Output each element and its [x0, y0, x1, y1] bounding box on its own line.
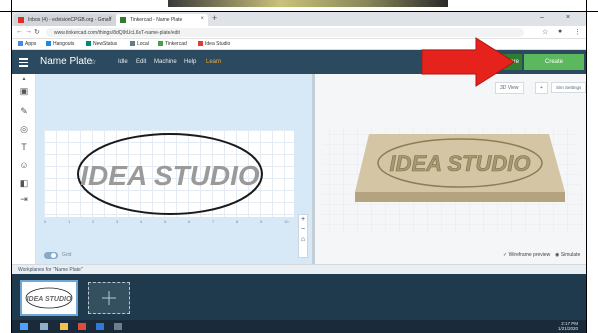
back-icon[interactable]: ← [16, 28, 23, 35]
tinkercad-icon [120, 17, 126, 23]
minimize-icon[interactable]: – [540, 14, 544, 21]
bookmark-item[interactable]: Apps [18, 41, 36, 47]
menu-icon[interactable]: ⋮ [574, 28, 581, 36]
work-area: ▲ ▣ ✎ ◎ T ☺ ◧ ⇥ IDEA STUDIO 0 1 2 3 4 5 … [12, 74, 586, 264]
screenshot: Inbox (4) - edvisionCPGB.org - Gmail × T… [12, 12, 586, 333]
design-text: IDEA STUDIO [80, 160, 260, 191]
document-frame-left [0, 12, 12, 333]
gmail-icon [18, 17, 24, 23]
zoom-in-button[interactable]: + [299, 215, 307, 225]
bookmark-item[interactable]: Hangouts [46, 41, 74, 47]
text-tool-icon[interactable]: T [17, 142, 31, 152]
document-frame-top [0, 0, 598, 12]
zoom-controls: + − ⌂ [298, 214, 308, 258]
thumbnails-panel: IDEA STUDIO [12, 274, 586, 320]
tool-sidebar: ▲ ▣ ✎ ◎ T ☺ ◧ ⇥ [12, 74, 36, 264]
collapse-icon[interactable]: ▲ [17, 76, 31, 82]
plus-button[interactable]: + [535, 82, 548, 94]
menu-idle[interactable]: Idle [118, 59, 128, 65]
workplanes-bar: Workplanes for "Name Plate" [12, 264, 586, 274]
pen-icon[interactable]: ✎ [17, 106, 31, 117]
browser-tab-bar: Inbox (4) - edvisionCPGB.org - Gmail × T… [12, 12, 586, 26]
document-frame-right [586, 12, 598, 333]
tab-label: Inbox (4) - edvisionCPGB.org - Gmail [28, 17, 111, 23]
workplanes-label: Workplanes for "Name Plate" [18, 267, 83, 273]
chrome-icon[interactable] [78, 323, 86, 330]
shapes-icon[interactable]: ▣ [17, 86, 31, 97]
close-window-icon[interactable]: × [566, 14, 570, 21]
new-tab-button[interactable]: + [212, 13, 217, 23]
account-icon[interactable]: ● [558, 28, 562, 35]
clock[interactable]: 2:17 PM 1/21/2020 [558, 321, 578, 331]
preview-3d[interactable]: IDEA STUDIO 3D View + Sim Settings ✓ Wir… [315, 74, 586, 264]
menu-edit[interactable]: Edit [136, 59, 146, 65]
folder-icon[interactable] [60, 323, 68, 330]
learn-link[interactable]: Learn [206, 59, 221, 65]
sim-settings-button[interactable]: Sim Settings [551, 82, 586, 93]
import-icon[interactable]: ⇥ [17, 194, 31, 205]
create-button[interactable]: Create [524, 54, 584, 70]
app-icon[interactable] [114, 323, 122, 330]
reload-icon[interactable]: ↻ [34, 28, 40, 36]
3d-design-text: IDEA STUDIO [390, 151, 531, 176]
star-icon[interactable]: ☆ [542, 28, 548, 36]
tab-tinkercad[interactable]: Tinkercad - Name Plate × [116, 14, 208, 26]
bookmark-item[interactable]: Local [130, 41, 149, 47]
forward-icon[interactable]: → [25, 28, 32, 35]
bookmark-item[interactable]: Idea Studio [198, 41, 230, 47]
zoom-out-button[interactable]: − [299, 225, 307, 235]
tab-label: Tinkercad - Name Plate [130, 17, 183, 23]
design-thumbnail[interactable]: IDEA STUDIO [20, 280, 78, 316]
menu-machine[interactable]: Machine [154, 59, 177, 65]
close-icon[interactable]: × [200, 16, 204, 22]
name-plate-design[interactable]: IDEA STUDIO [36, 74, 312, 264]
page-title[interactable]: Name Plate [40, 56, 92, 67]
3d-scene: IDEA STUDIO [317, 126, 585, 234]
start-icon[interactable] [20, 323, 28, 330]
photo-strip [168, 0, 448, 7]
toggle-label: Grid [62, 252, 72, 258]
close-icon[interactable]: × [108, 16, 112, 22]
layers-icon[interactable]: ◧ [17, 178, 31, 189]
bookmark-item[interactable]: Tinkercad [158, 41, 187, 47]
wireframe-checkbox[interactable]: ✓ Wireframe preview [503, 252, 550, 258]
hamburger-icon[interactable] [19, 58, 28, 67]
design-canvas[interactable]: IDEA STUDIO 0 1 2 3 4 5 6 7 8 9 10 + − ⌂ [36, 74, 312, 264]
thumbnail-text: IDEA STUDIO [27, 296, 72, 303]
thumbnail-preview: IDEA STUDIO [25, 287, 73, 309]
plate-side [355, 192, 565, 202]
fit-icon[interactable]: ⌂ [299, 235, 307, 245]
tab-gmail[interactable]: Inbox (4) - edvisionCPGB.org - Gmail × [14, 14, 116, 26]
smile-icon[interactable]: ☺ [17, 160, 31, 170]
taskbar: 2:17 PM 1/21/2020 [12, 320, 586, 333]
simulate-button[interactable]: ◉ Simulate [555, 252, 580, 258]
red-arrow-annotation [421, 37, 515, 87]
search-icon[interactable] [40, 323, 48, 330]
star-icon[interactable]: ☆ [90, 58, 96, 66]
add-workplane-thumbnail[interactable] [88, 282, 130, 314]
ruler: 0 1 2 3 4 5 6 7 8 9 10 [44, 219, 289, 224]
menu-help[interactable]: Help [184, 59, 196, 65]
bookmark-item[interactable]: NewStatus [86, 41, 117, 47]
word-icon[interactable] [96, 323, 104, 330]
circle-tool-icon[interactable]: ◎ [17, 124, 31, 135]
grid-toggle[interactable] [44, 252, 58, 259]
plus-icon [102, 291, 116, 305]
